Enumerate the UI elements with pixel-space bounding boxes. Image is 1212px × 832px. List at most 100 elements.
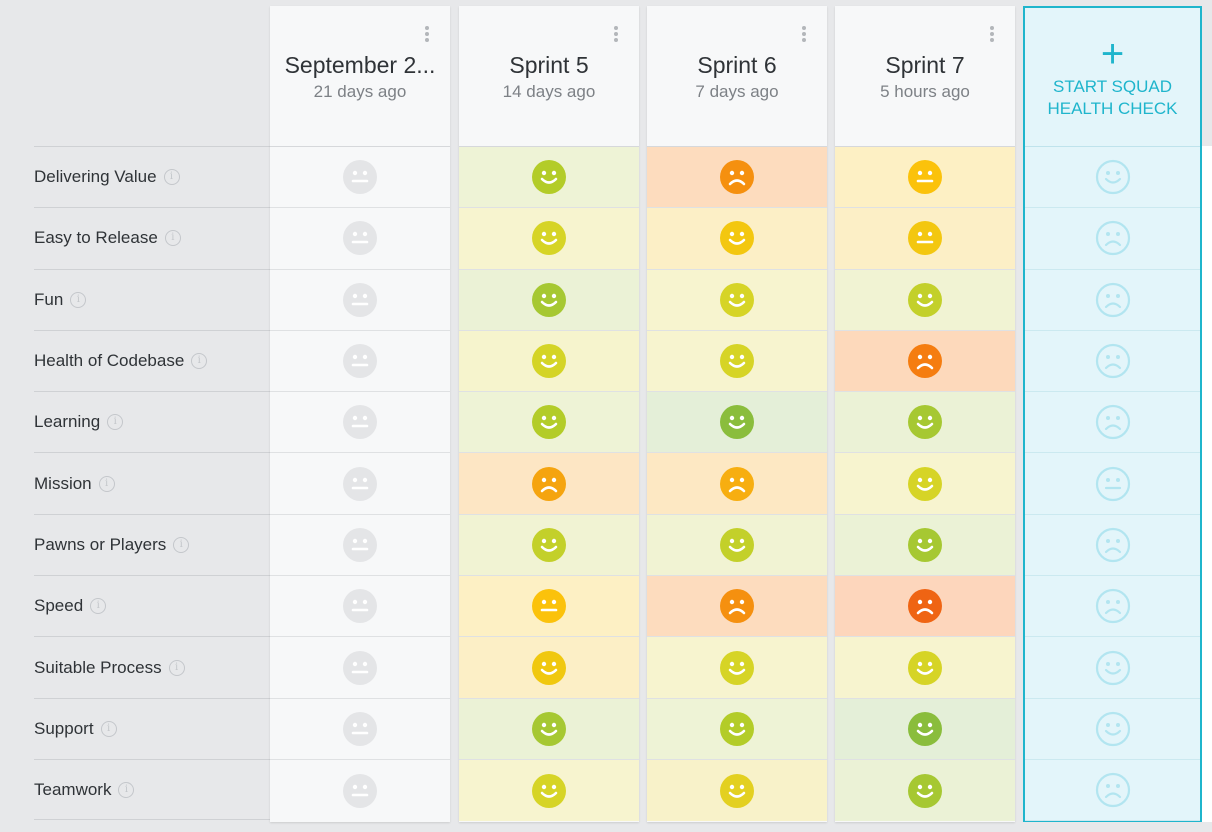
vote-cell[interactable] <box>647 637 827 699</box>
start-health-check-header[interactable]: + START SQUAD HEALTH CHECK <box>1025 8 1200 146</box>
vote-cell[interactable] <box>270 576 450 638</box>
column-header[interactable]: Sprint 5 14 days ago <box>459 6 639 146</box>
sad-face-outline-icon <box>1095 221 1130 256</box>
vote-cell[interactable] <box>835 208 1015 270</box>
more-vert-icon[interactable] <box>613 26 619 44</box>
happy-face-icon <box>532 282 566 317</box>
info-icon[interactable]: i <box>191 353 208 370</box>
info-icon[interactable]: i <box>70 291 87 308</box>
indicator-label: Pawns or Players <box>34 534 167 554</box>
vote-cell[interactable] <box>459 759 639 822</box>
info-icon[interactable]: i <box>163 169 180 186</box>
column-title: September 2... <box>284 52 436 78</box>
neutral-face-icon <box>343 589 377 624</box>
more-vert-icon[interactable] <box>424 26 430 44</box>
vote-cell[interactable] <box>270 637 450 699</box>
vote-cell[interactable] <box>459 208 639 270</box>
health-check-column[interactable]: September 2... 21 days ago <box>270 6 450 822</box>
sad-face-icon <box>908 344 942 379</box>
more-vert-icon[interactable] <box>801 26 807 44</box>
plus-icon[interactable]: + <box>1025 34 1200 74</box>
vote-cell[interactable] <box>647 147 827 209</box>
placeholder-cell <box>1025 208 1200 270</box>
happy-face-icon <box>720 405 754 440</box>
vote-cell[interactable] <box>647 576 827 638</box>
vote-cell[interactable] <box>270 208 450 270</box>
health-check-column[interactable]: Sprint 6 7 days ago <box>647 6 827 822</box>
info-icon[interactable]: i <box>118 781 135 798</box>
vote-cell[interactable] <box>835 330 1015 393</box>
vote-cell[interactable] <box>647 514 827 577</box>
vote-cell[interactable] <box>270 392 450 454</box>
column-title: Sprint 7 <box>885 52 965 78</box>
info-icon[interactable]: i <box>173 536 190 553</box>
placeholder-cell <box>1025 699 1200 760</box>
column-timestamp: 7 days ago <box>695 82 779 101</box>
vote-cell[interactable] <box>647 453 827 515</box>
vote-cell[interactable] <box>835 514 1015 577</box>
scroll-edge <box>1202 146 1212 822</box>
vote-cell[interactable] <box>270 698 450 760</box>
happy-face-icon <box>532 160 566 195</box>
vote-cell[interactable] <box>270 269 450 331</box>
vote-cell[interactable] <box>459 637 639 699</box>
vote-cell[interactable] <box>459 453 639 515</box>
vote-cell[interactable] <box>270 453 450 515</box>
placeholder-cell <box>1025 392 1200 454</box>
info-icon[interactable]: i <box>98 475 115 492</box>
indicator-row: Easy to Release i <box>34 207 270 268</box>
vote-cell[interactable] <box>835 698 1015 760</box>
info-icon[interactable]: i <box>164 230 181 247</box>
info-icon[interactable]: i <box>100 720 117 737</box>
start-health-check-button[interactable]: START SQUAD HEALTH CHECK <box>1035 76 1190 120</box>
vote-cell[interactable] <box>835 392 1015 454</box>
vote-cell[interactable] <box>270 330 450 393</box>
column-header[interactable]: Sprint 7 5 hours ago <box>835 6 1015 146</box>
sad-face-outline-icon <box>1095 405 1130 440</box>
vote-cell[interactable] <box>459 330 639 393</box>
vote-cell[interactable] <box>835 759 1015 822</box>
vote-cell[interactable] <box>270 147 450 209</box>
more-vert-icon[interactable] <box>989 26 995 44</box>
placeholder-cell <box>1025 576 1200 638</box>
placeholder-cell <box>1025 270 1200 331</box>
placeholder-cell <box>1025 515 1200 577</box>
info-icon[interactable]: i <box>168 659 185 676</box>
column-header[interactable]: Sprint 6 7 days ago <box>647 6 827 146</box>
start-health-check-column[interactable]: + START SQUAD HEALTH CHECK <box>1023 6 1202 822</box>
happy-face-icon <box>532 773 566 808</box>
vote-cell[interactable] <box>459 269 639 331</box>
sad-face-outline-icon <box>1095 589 1130 624</box>
vote-cell[interactable] <box>459 576 639 638</box>
sad-face-outline-icon <box>1095 343 1130 379</box>
info-icon[interactable]: i <box>90 598 107 615</box>
vote-cell[interactable] <box>459 514 639 577</box>
vote-cell[interactable] <box>459 147 639 209</box>
info-icon[interactable]: i <box>107 414 124 431</box>
vote-cell[interactable] <box>647 759 827 822</box>
indicator-row: Support i <box>34 697 270 759</box>
vote-cell[interactable] <box>270 514 450 577</box>
vote-cell[interactable] <box>647 330 827 393</box>
vote-cell[interactable] <box>459 392 639 454</box>
vote-cell[interactable] <box>835 147 1015 209</box>
health-check-column[interactable]: Sprint 7 5 hours ago <box>835 6 1015 822</box>
vote-cell[interactable] <box>835 269 1015 331</box>
vote-cell[interactable] <box>647 269 827 331</box>
neutral-face-icon <box>343 282 377 317</box>
vote-cell[interactable] <box>647 208 827 270</box>
happy-face-icon <box>720 711 754 746</box>
vote-cell[interactable] <box>647 392 827 454</box>
vote-cell[interactable] <box>835 576 1015 638</box>
indicator-label: Delivering Value <box>34 167 157 187</box>
vote-cell[interactable] <box>270 759 450 822</box>
vote-cell[interactable] <box>459 698 639 760</box>
health-check-column[interactable]: Sprint 5 14 days ago <box>459 6 639 822</box>
vote-cell[interactable] <box>835 637 1015 699</box>
vote-cell[interactable] <box>647 698 827 760</box>
column-header[interactable]: September 2... 21 days ago <box>270 6 450 146</box>
neutral-face-icon <box>343 466 377 501</box>
neutral-face-icon <box>343 527 377 562</box>
vote-cell[interactable] <box>835 453 1015 515</box>
happy-face-icon <box>720 773 754 808</box>
